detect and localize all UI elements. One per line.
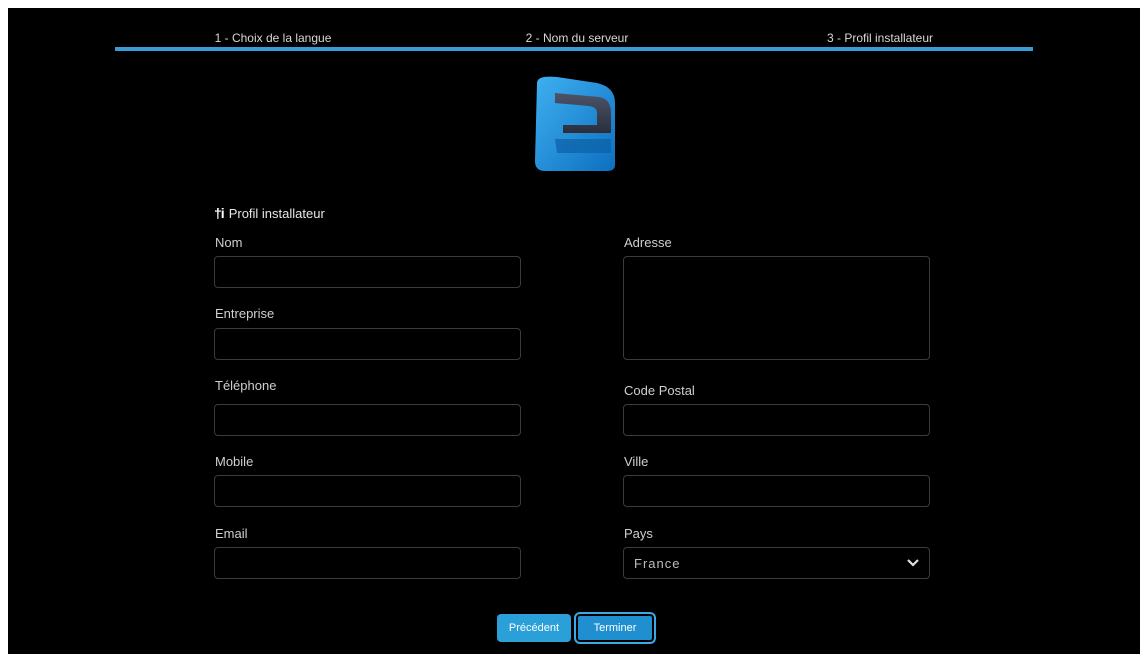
step-progress-bar [115, 47, 1033, 51]
brand-logo [535, 76, 615, 171]
code-postal-label: Code Postal [624, 383, 695, 398]
telephone-label: Téléphone [215, 378, 277, 393]
section-title-text: Profil installateur [228, 205, 325, 221]
entreprise-label: Entreprise [215, 306, 275, 321]
nom-input[interactable] [214, 256, 521, 288]
pays-select[interactable]: France [623, 547, 930, 579]
step-indicator: 1 - Choix de la langue 2 - Nom du serveu… [115, 8, 1033, 54]
step-2-server-name: 2 - Nom du serveur [525, 31, 629, 45]
code-postal-input[interactable] [623, 404, 930, 436]
step-1-language: 1 - Choix de la langue [214, 31, 332, 45]
nom-label: Nom [215, 235, 243, 250]
pays-selected-value: France [634, 555, 681, 571]
email-label: Email [215, 526, 248, 541]
mobile-label: Mobile [215, 454, 254, 469]
ville-label: Ville [624, 454, 649, 469]
person-info-icon: †i [214, 205, 225, 221]
adresse-textarea[interactable] [623, 256, 930, 360]
telephone-input[interactable] [214, 404, 521, 436]
section-title: †i Profil installateur [214, 205, 325, 221]
step-3-installer-profile: 3 - Profil installateur [826, 31, 934, 45]
chevron-down-icon [907, 559, 919, 567]
finish-button[interactable]: Terminer [576, 614, 654, 642]
pays-label: Pays [624, 526, 653, 541]
entreprise-input[interactable] [214, 328, 521, 360]
installer-screen: 1 - Choix de la langue 2 - Nom du serveu… [8, 8, 1140, 654]
email-input[interactable] [214, 547, 521, 579]
mobile-input[interactable] [214, 475, 521, 507]
adresse-label: Adresse [624, 235, 672, 250]
previous-button[interactable]: Précédent [497, 614, 571, 642]
ville-input[interactable] [623, 475, 930, 507]
